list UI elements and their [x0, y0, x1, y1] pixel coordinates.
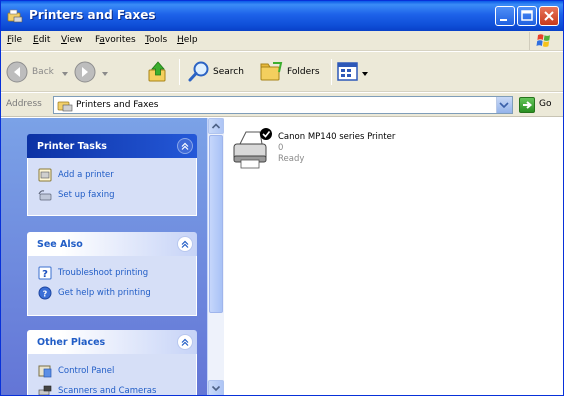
other-places-header[interactable]: Other Places: [27, 330, 197, 354]
windows-logo-icon: [529, 32, 559, 50]
panel-title: Printer Tasks: [37, 141, 107, 152]
back-label: Back: [32, 67, 54, 77]
go-arrow-icon: [523, 101, 533, 109]
add-printer-icon: [38, 168, 52, 182]
menu-bar: File Edit View Favorites Tools Help: [1, 31, 563, 51]
forward-arrow-icon: [74, 61, 96, 83]
address-label: Address: [6, 99, 42, 109]
maximize-icon: [521, 10, 533, 21]
menu-file[interactable]: File: [7, 35, 22, 45]
panel-title: Other Places: [37, 337, 106, 348]
scanners-cameras-link[interactable]: Scanners and Cameras: [38, 384, 188, 395]
address-bar: Address Printers and Faxes Go: [1, 93, 563, 117]
maximize-button[interactable]: [517, 6, 537, 26]
toolbar-separator: [331, 59, 332, 85]
troubleshoot-printing-link[interactable]: ? Troubleshoot printing: [38, 266, 188, 280]
back-dropdown-icon: [62, 72, 68, 76]
other-places-body: Control Panel Scanners and Cameras: [27, 354, 197, 395]
folders-label: Folders: [287, 67, 320, 77]
folders-icon: [260, 62, 283, 81]
see-also-header[interactable]: See Also: [27, 232, 197, 256]
forward-dropdown-icon: [102, 72, 108, 76]
menu-tools[interactable]: Tools: [145, 35, 167, 45]
collapse-chevron-icon[interactable]: [177, 138, 193, 154]
printers-folder-icon: [57, 101, 73, 112]
other-places-panel: Other Places Control Panel Scanners and …: [27, 330, 197, 395]
scroll-down-icon: [211, 385, 221, 392]
scroll-up-button[interactable]: [208, 118, 224, 134]
forward-button[interactable]: [73, 57, 113, 87]
standard-toolbar: Back Search Folders: [1, 52, 563, 92]
scroll-up-icon: [211, 123, 221, 129]
address-dropdown-button[interactable]: [496, 97, 512, 113]
address-field[interactable]: Printers and Faxes: [53, 96, 513, 114]
panel-title: See Also: [37, 239, 83, 250]
go-label[interactable]: Go: [539, 99, 551, 109]
address-value: Printers and Faxes: [76, 100, 159, 110]
menu-edit[interactable]: Edit: [33, 35, 50, 45]
set-up-faxing-link[interactable]: Set up faxing: [38, 188, 178, 202]
task-pane-scrollbar[interactable]: [207, 118, 224, 395]
views-button[interactable]: [337, 57, 371, 87]
search-button[interactable]: Search: [187, 57, 253, 87]
help-globe-icon: ?: [38, 286, 52, 300]
get-help-printing-link[interactable]: ? Get help with printing: [38, 286, 188, 300]
close-icon: [544, 11, 554, 21]
fax-icon: [38, 190, 52, 201]
toolbar-separator: [179, 59, 180, 85]
minimize-button[interactable]: [495, 6, 515, 26]
minimize-icon: [500, 19, 507, 21]
go-button[interactable]: [519, 97, 535, 113]
views-dropdown-icon: [362, 72, 368, 76]
menu-favorites[interactable]: Favorites: [95, 35, 136, 45]
printer-documents: 0: [278, 143, 284, 153]
folders-button[interactable]: Folders: [259, 57, 329, 87]
explorer-window: Printers and Faxes File Edit View Favori…: [0, 0, 564, 396]
printer-tasks-header[interactable]: Printer Tasks: [27, 134, 197, 158]
printer-status: Ready: [278, 154, 305, 164]
control-panel-icon: [38, 365, 52, 378]
back-button[interactable]: Back: [5, 57, 68, 87]
task-pane: Printer Tasks Add a printer Set up faxin…: [1, 118, 207, 395]
svg-text:?: ?: [43, 290, 48, 299]
printers-folder-icon: [7, 9, 23, 23]
back-arrow-icon: [6, 61, 28, 83]
printer-tasks-body: Add a printer Set up faxing: [27, 158, 197, 216]
scroll-down-button[interactable]: [208, 380, 224, 395]
printer-tasks-panel: Printer Tasks Add a printer Set up faxin…: [27, 134, 197, 216]
views-icon: [337, 62, 358, 81]
default-printer-icon: [233, 128, 272, 169]
see-also-body: ? Troubleshoot printing ? Get help with …: [27, 256, 197, 316]
collapse-chevron-icon[interactable]: [177, 334, 193, 350]
printer-name: Canon MP140 series Printer: [278, 132, 396, 142]
search-label: Search: [213, 67, 244, 77]
scanner-camera-icon: [38, 385, 52, 395]
up-folder-button[interactable]: [147, 57, 171, 87]
help-question-icon: ?: [38, 266, 52, 280]
chevron-down-icon: [499, 102, 509, 109]
svg-text:?: ?: [42, 269, 48, 280]
menu-view[interactable]: View: [61, 35, 82, 45]
collapse-chevron-icon[interactable]: [177, 236, 193, 252]
title-bar[interactable]: Printers and Faxes: [1, 1, 563, 31]
close-button[interactable]: [539, 6, 559, 26]
scroll-thumb[interactable]: [209, 135, 223, 313]
menu-help[interactable]: Help: [177, 35, 198, 45]
printer-item[interactable]: Canon MP140 series Printer 0 Ready: [230, 126, 480, 186]
add-printer-link[interactable]: Add a printer: [38, 168, 178, 182]
up-folder-icon: [148, 61, 166, 82]
window-title: Printers and Faxes: [29, 8, 156, 22]
see-also-panel: See Also ? Troubleshoot printing ? Get h…: [27, 232, 197, 316]
control-panel-link[interactable]: Control Panel: [38, 364, 178, 378]
search-icon: [188, 61, 209, 82]
printers-list: Canon MP140 series Printer 0 Ready: [224, 118, 563, 395]
